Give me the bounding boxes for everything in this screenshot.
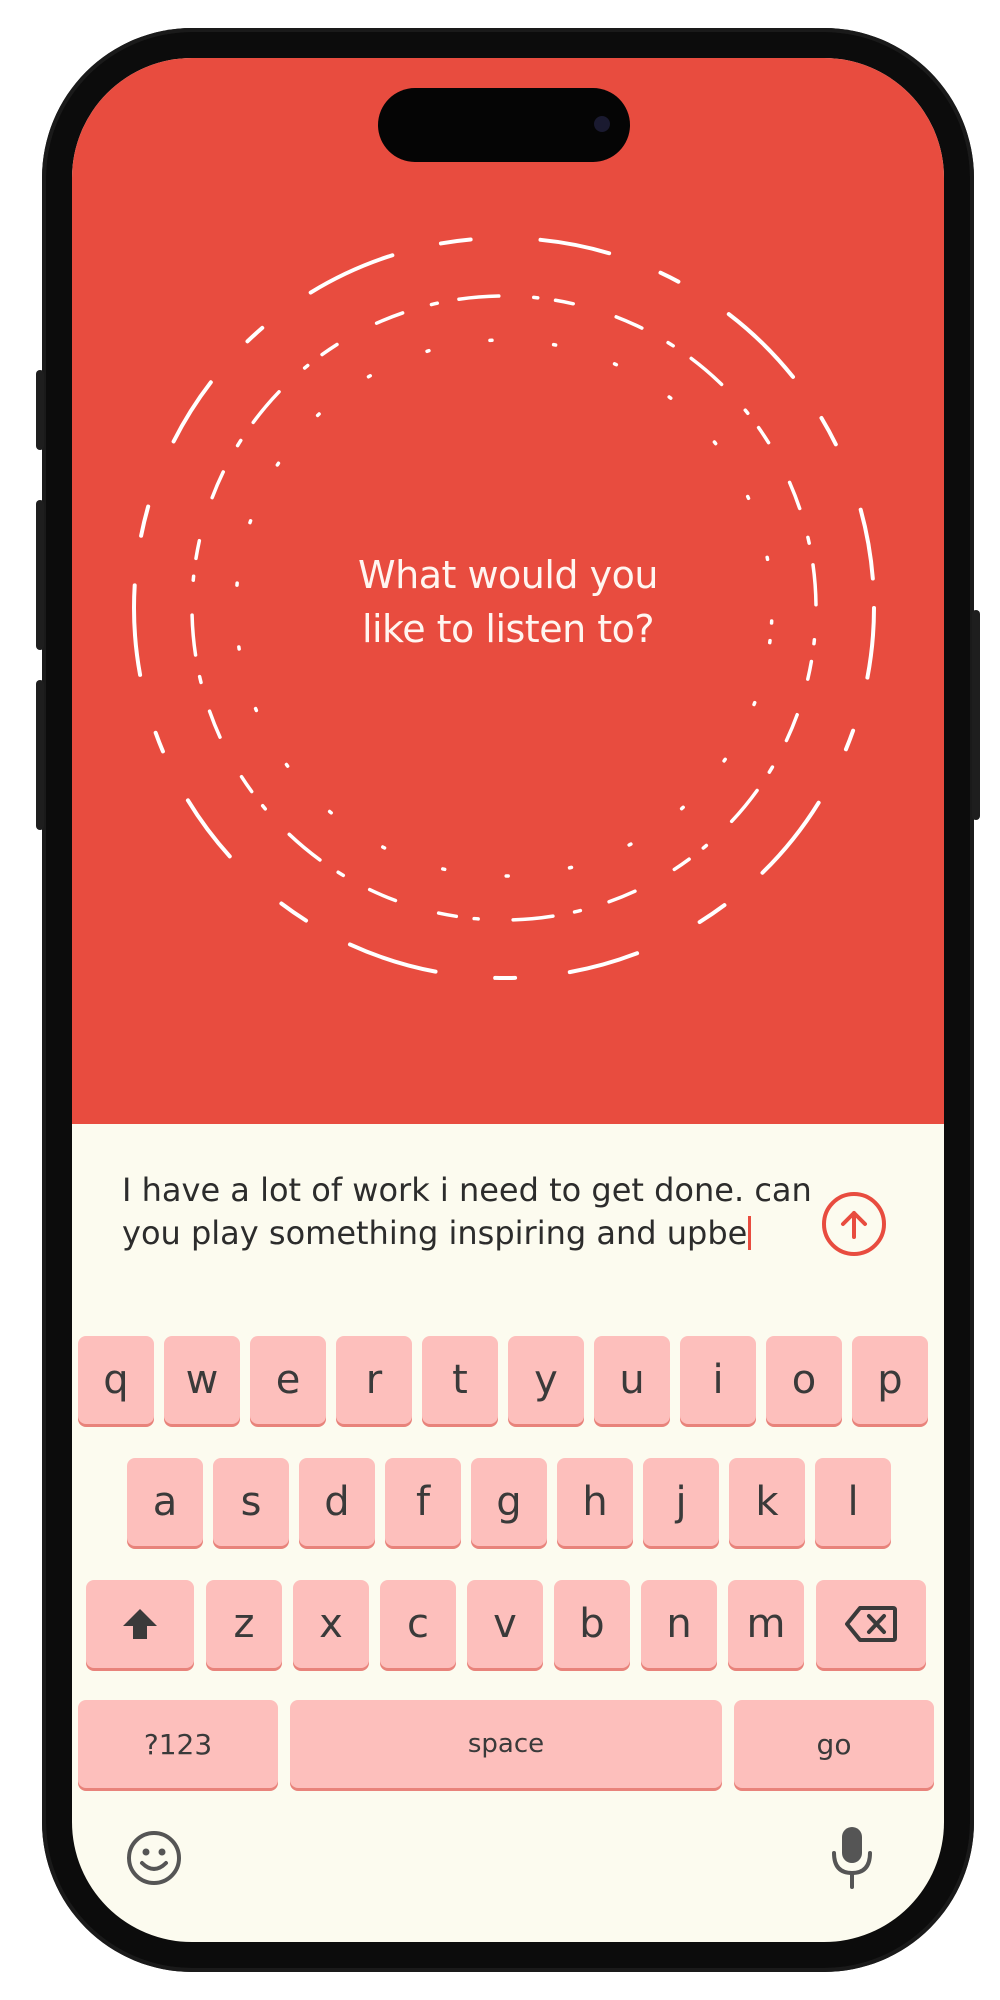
key-u[interactable]: u: [594, 1336, 670, 1424]
key-n[interactable]: n: [641, 1580, 717, 1668]
prompt-line-2: like to listen to?: [361, 607, 655, 651]
listening-panel: What would you like to listen to?: [72, 58, 944, 1124]
message-input-row: I have a lot of work i need to get done.…: [72, 1124, 944, 1314]
arrow-up-icon: [841, 1211, 867, 1239]
key-d[interactable]: d: [299, 1458, 375, 1546]
key-k[interactable]: k: [729, 1458, 805, 1546]
key-l[interactable]: l: [815, 1458, 891, 1546]
shift-key[interactable]: [86, 1580, 194, 1668]
key-f[interactable]: f: [385, 1458, 461, 1546]
key-q[interactable]: q: [78, 1336, 154, 1424]
space-key[interactable]: space: [290, 1700, 722, 1788]
key-o[interactable]: o: [766, 1336, 842, 1424]
phone-side-button: [36, 500, 44, 650]
backspace-icon: [845, 1606, 897, 1642]
backspace-key[interactable]: [816, 1580, 926, 1668]
phone-side-button: [36, 680, 44, 830]
key-x[interactable]: x: [293, 1580, 369, 1668]
numbers-key[interactable]: ?123: [78, 1700, 278, 1788]
key-v[interactable]: v: [467, 1580, 543, 1668]
key-y[interactable]: y: [508, 1336, 584, 1424]
key-j[interactable]: j: [643, 1458, 719, 1546]
input-line-2: you play something inspiring and upbe: [122, 1212, 822, 1255]
text-caret: [748, 1216, 752, 1250]
key-p[interactable]: p: [852, 1336, 928, 1424]
key-h[interactable]: h: [557, 1458, 633, 1546]
screen: What would you like to listen to? I have…: [72, 58, 944, 1942]
listen-prompt: What would you like to listen to?: [308, 548, 708, 656]
send-button[interactable]: [822, 1192, 886, 1256]
emoji-button[interactable]: [124, 1828, 184, 1888]
microphone-icon: [832, 1827, 872, 1889]
key-t[interactable]: t: [422, 1336, 498, 1424]
key-i[interactable]: i: [680, 1336, 756, 1424]
phone-side-button: [36, 370, 44, 450]
go-key[interactable]: go: [734, 1700, 934, 1788]
input-line-1: I have a lot of work i need to get done.…: [122, 1171, 812, 1209]
prompt-line-1: What would you: [358, 553, 658, 597]
key-w[interactable]: w: [164, 1336, 240, 1424]
message-input[interactable]: I have a lot of work i need to get done.…: [122, 1169, 822, 1255]
key-e[interactable]: e: [250, 1336, 326, 1424]
key-s[interactable]: s: [213, 1458, 289, 1546]
key-g[interactable]: g: [471, 1458, 547, 1546]
keyboard: q w e r t y u i o p a s d f g h j k l z …: [72, 1328, 944, 1942]
key-r[interactable]: r: [336, 1336, 412, 1424]
emoji-icon: [127, 1831, 181, 1885]
key-b[interactable]: b: [554, 1580, 630, 1668]
phone-side-button: [972, 610, 980, 820]
input-line-2-text: you play something inspiring and upbe: [122, 1214, 748, 1252]
key-z[interactable]: z: [206, 1580, 282, 1668]
key-c[interactable]: c: [380, 1580, 456, 1668]
key-a[interactable]: a: [127, 1458, 203, 1546]
shift-icon: [123, 1609, 157, 1639]
microphone-button[interactable]: [822, 1822, 882, 1892]
key-m[interactable]: m: [728, 1580, 804, 1668]
